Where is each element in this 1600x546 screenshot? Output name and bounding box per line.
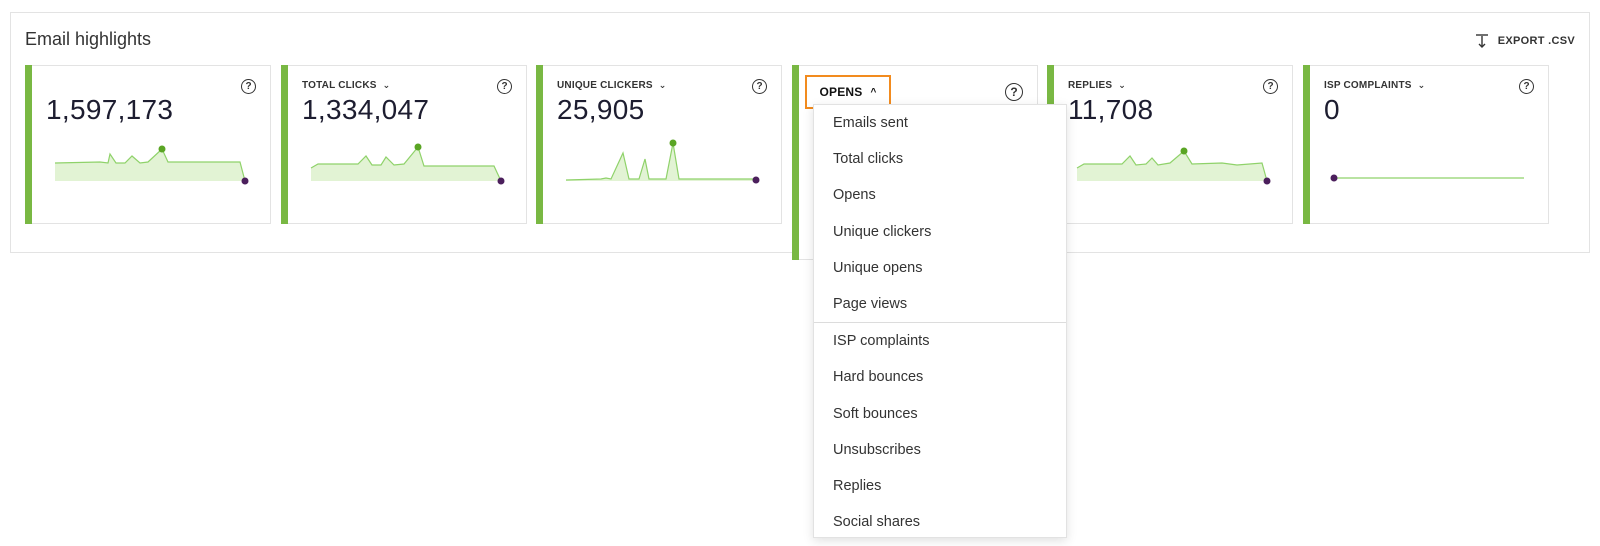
chevron-down-icon: ⌄: [1417, 80, 1426, 90]
accent-bar: [281, 65, 288, 224]
accent-bar: [792, 65, 799, 260]
help-icon[interactable]: ?: [1263, 79, 1278, 94]
sparkline-area: [55, 149, 245, 181]
end-dot: [497, 177, 505, 185]
highlight-card-total-clicks: TOTAL CLICKS ⌄ ? 1,334,047: [281, 65, 527, 224]
menu-item-isp-complaints[interactable]: ISP complaints: [814, 323, 1066, 359]
chevron-up-icon: ^: [870, 86, 877, 98]
card-value: 1,334,047: [302, 94, 430, 125]
help-icon[interactable]: ?: [1005, 83, 1023, 101]
sparkline-area: [566, 143, 756, 181]
card-value: 25,905: [557, 94, 645, 125]
card-value: 0: [1324, 94, 1340, 125]
menu-item-emails-sent[interactable]: Emails sent: [814, 105, 1066, 141]
menu-item-hard-bounces[interactable]: Hard bounces: [814, 359, 1066, 395]
metric-label: TOTAL CLICKS: [302, 80, 377, 91]
export-csv-button[interactable]: EXPORT .CSV: [1474, 33, 1575, 49]
peak-dot: [158, 145, 166, 153]
chevron-down-icon: ⌄: [1118, 80, 1126, 90]
metric-selector[interactable]: ISP COMPLAINTS ⌄: [1324, 80, 1425, 91]
metric-selector[interactable]: UNIQUE CLICKERS ⌄: [557, 80, 667, 91]
metric-selector[interactable]: TOTAL CLICKS ⌄: [302, 80, 390, 91]
highlight-card-emails-sent: ? 1,597,173: [25, 65, 271, 224]
menu-item-unsubscribes[interactable]: Unsubscribes: [814, 432, 1066, 468]
highlight-card-isp-complaints: ISP COMPLAINTS ⌄ ? 0: [1303, 65, 1549, 224]
sparkline: [54, 145, 249, 185]
menu-item-page-views[interactable]: Page views: [814, 286, 1066, 322]
sparkline: [1076, 147, 1271, 185]
menu-item-unique-opens[interactable]: Unique opens: [814, 250, 1066, 286]
email-highlights-panel: Email highlights EXPORT .CSV ? 1,597,173…: [10, 12, 1590, 260]
menu-item-unique-clickers[interactable]: Unique clickers: [814, 214, 1066, 250]
menu-item-soft-bounces[interactable]: Soft bounces: [814, 396, 1066, 432]
accent-bar: [536, 65, 543, 224]
menu-item-opens[interactable]: Opens: [814, 177, 1066, 213]
panel-title: Email highlights: [25, 29, 152, 49]
metric-label: OPENS: [819, 85, 863, 99]
menu-item-social-shares[interactable]: Social shares: [814, 504, 1066, 540]
card-value: 1,597,173: [46, 94, 174, 125]
highlight-card-unique-clickers: UNIQUE CLICKERS ⌄ ? 25,905: [536, 65, 782, 224]
chevron-down-icon: ⌄: [658, 80, 667, 90]
export-label: EXPORT .CSV: [1497, 35, 1575, 47]
export-icon: [1474, 33, 1490, 49]
help-icon[interactable]: ?: [752, 79, 767, 94]
end-dot: [752, 176, 760, 184]
menu-item-total-clicks[interactable]: Total clicks: [814, 141, 1066, 177]
sparkline-area: [1077, 151, 1267, 181]
help-icon[interactable]: ?: [241, 79, 256, 94]
sparkline: [1330, 174, 1524, 182]
end-dot: [1330, 174, 1338, 182]
accent-bar: [25, 65, 32, 224]
peak-dot: [414, 143, 422, 151]
peak-dot: [1180, 147, 1188, 155]
metric-label: ISP COMPLAINTS: [1324, 80, 1412, 91]
end-dot: [241, 177, 249, 185]
accent-bar: [1303, 65, 1310, 224]
sparkline: [565, 139, 760, 184]
highlight-card-replies: REPLIES ⌄ ? 11,708: [1047, 65, 1293, 224]
menu-item-replies[interactable]: Replies: [814, 468, 1066, 504]
help-icon[interactable]: ?: [497, 79, 512, 94]
metric-selector[interactable]: REPLIES ⌄: [1068, 80, 1126, 91]
sparkline-line: [565, 142, 756, 181]
end-dot: [1263, 177, 1271, 185]
card-value: 11,708: [1068, 94, 1154, 125]
sparkline: [310, 143, 505, 185]
chevron-down-icon: ⌄: [382, 80, 391, 90]
peak-dot: [669, 139, 677, 147]
help-icon[interactable]: ?: [1519, 79, 1534, 94]
metric-label: REPLIES: [1068, 80, 1113, 91]
metric-label: UNIQUE CLICKERS: [557, 80, 653, 91]
metric-dropdown-menu: Emails sent Total clicks Opens Unique cl…: [813, 104, 1067, 538]
